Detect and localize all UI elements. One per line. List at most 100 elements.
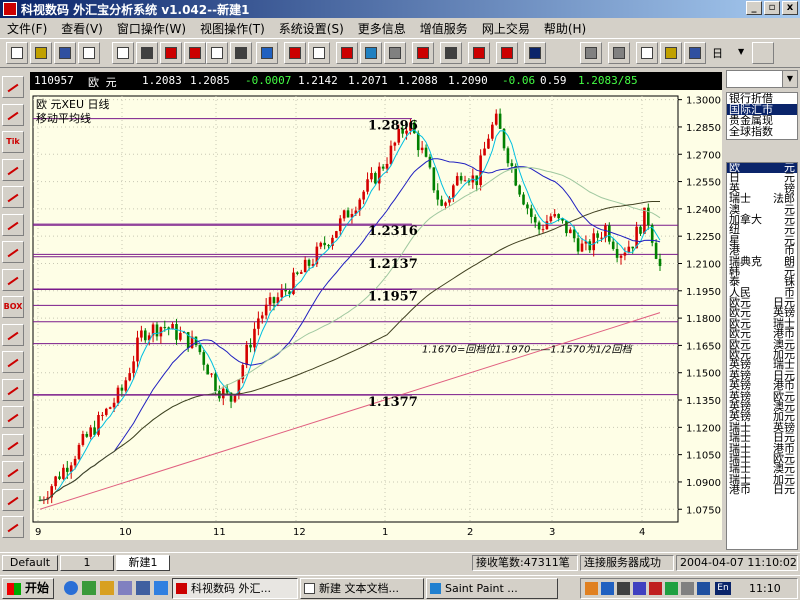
security-suffix: 日元 [773, 483, 795, 497]
notes-icon[interactable] [206, 42, 228, 64]
menu-value-added[interactable]: 增值服务 [413, 20, 475, 37]
window-icon[interactable] [160, 42, 182, 64]
media-icon[interactable] [118, 581, 132, 595]
refresh-icon[interactable] [360, 42, 382, 64]
trend-tool-icon[interactable] [2, 158, 24, 181]
chevron-down-icon[interactable]: ▼ [782, 71, 797, 87]
red-icon[interactable] [412, 42, 434, 64]
tab-1[interactable]: 1 [60, 555, 114, 571]
paste-icon[interactable] [112, 42, 134, 64]
print-icon[interactable] [136, 42, 158, 64]
tray-icon[interactable] [617, 582, 630, 595]
arrow-tool-icon[interactable] [2, 213, 24, 236]
chart-type-icon[interactable] [440, 42, 462, 64]
box-tool[interactable]: BOX [2, 296, 24, 318]
menu-file[interactable]: 文件(F) [0, 20, 54, 37]
tab-default[interactable]: Default [2, 555, 58, 571]
glyph [289, 47, 301, 59]
arrow-icon[interactable] [284, 42, 306, 64]
wave-icon[interactable] [2, 516, 24, 538]
price-chart[interactable]: 1.3000 1.2850 1.2700 1.2550 1.2400 1.2250 1.21… [30, 90, 722, 540]
table-icon[interactable] [384, 42, 406, 64]
menu-help[interactable]: 帮助(H) [537, 20, 593, 37]
save-icon[interactable] [54, 42, 76, 64]
menu-view[interactable]: 查看(V) [54, 20, 110, 37]
list-view-icon[interactable] [752, 42, 774, 64]
x-tick-label: 4 [639, 527, 645, 538]
line-tool-icon[interactable] [2, 76, 24, 98]
tray-icon[interactable] [633, 582, 646, 595]
menu-window[interactable]: 窗口操作(W) [110, 20, 193, 37]
new-icon[interactable] [6, 42, 28, 64]
scroll-icon[interactable] [660, 42, 682, 64]
market-select[interactable]: ▼ [726, 70, 798, 88]
category-list[interactable]: 银行折借 国际汇市 贵金属现 全球指数 [726, 92, 798, 140]
menu-online-trade[interactable]: 网上交易 [475, 20, 537, 37]
desktop-icon[interactable] [82, 581, 96, 595]
candle-body [54, 476, 57, 487]
tray-icon[interactable] [649, 582, 662, 595]
grid-icon[interactable] [308, 42, 330, 64]
folder-icon[interactable] [100, 581, 114, 595]
chevron-down-icon[interactable]: ▼ [738, 47, 744, 56]
chart-svg[interactable]: 1.3000 1.2850 1.2700 1.2550 1.2400 1.2250 1.21… [30, 90, 722, 540]
category-item[interactable]: 贵金属现 [727, 115, 797, 126]
candle-body [319, 242, 323, 247]
delete-tool-icon[interactable] [2, 323, 24, 346]
chart-icon[interactable] [2, 378, 24, 401]
chart2-icon[interactable] [2, 406, 24, 428]
tab-new1[interactable]: 新建1 [116, 555, 170, 571]
fan-tool-icon[interactable] [2, 103, 24, 126]
category-item[interactable]: 国际汇市 [727, 104, 797, 115]
menu-settings[interactable]: 系统设置(S) [272, 20, 351, 37]
eraser-tool-icon[interactable] [2, 351, 24, 373]
tray-icon[interactable] [585, 582, 598, 595]
task-forex-app[interactable]: 科视数码 外汇... [172, 578, 298, 599]
tray-icon[interactable] [665, 582, 678, 595]
category-item[interactable]: 银行折借 [727, 93, 797, 104]
calc-icon[interactable] [230, 42, 252, 64]
minimize-button[interactable]: _ [746, 1, 762, 15]
notepad-icon [304, 583, 315, 594]
tray-icon[interactable] [697, 582, 710, 595]
menu-chart-view[interactable]: 视图操作(T) [193, 20, 272, 37]
zigzag-icon[interactable] [2, 488, 24, 511]
tray-icon[interactable] [601, 582, 614, 595]
glyph [501, 47, 513, 59]
close-window-icon[interactable] [184, 42, 206, 64]
language-indicator[interactable]: En [715, 582, 731, 595]
x-tick-label: 12 [293, 527, 306, 538]
alert-icon[interactable] [496, 42, 518, 64]
down-icon[interactable] [468, 42, 490, 64]
quicklaunch-icon[interactable] [154, 581, 168, 595]
category-item[interactable]: 全球指数 [727, 126, 797, 137]
close-button[interactable]: x [782, 1, 798, 15]
parallel-tool-icon[interactable] [2, 241, 24, 263]
menu-more-info[interactable]: 更多信息 [351, 20, 413, 37]
scroll-icon[interactable] [636, 42, 658, 64]
security-list[interactable]: 欧元日元英镑瑞士 法郎澳元加拿大元纽元星元港币瑞典克朗韩元泰铢人民币欧元 日元 欧元英… [726, 162, 798, 550]
fib-level-label: 1.2316 [368, 224, 418, 239]
maximize-button[interactable]: ▫ [764, 1, 780, 15]
speaker-icon[interactable] [681, 582, 694, 595]
tick-tool[interactable]: Tik [2, 131, 24, 153]
zoom-out-icon[interactable] [608, 42, 630, 64]
layout-icon[interactable] [524, 42, 546, 64]
quicklaunch-icon[interactable] [136, 581, 150, 595]
copy-icon[interactable] [78, 42, 100, 64]
task-notepad[interactable]: 新建 文本文档... [300, 578, 424, 599]
security-item[interactable]: 港币 日元 [727, 483, 797, 497]
task-saint-paint[interactable]: Saint Paint ... [426, 578, 558, 599]
ie-icon[interactable] [64, 581, 78, 595]
list-icon[interactable] [684, 42, 706, 64]
circle-icon[interactable] [2, 433, 24, 456]
open-icon[interactable] [30, 42, 52, 64]
start-button[interactable]: 开始 [2, 578, 54, 599]
chart-icon[interactable] [256, 42, 278, 64]
zoom-in-icon[interactable] [580, 42, 602, 64]
minus-icon[interactable] [2, 461, 24, 483]
connection-status: 连接服务器成功 [580, 555, 674, 571]
fib-tool-icon[interactable] [2, 268, 24, 291]
channel-tool-icon[interactable] [2, 186, 24, 208]
clock-icon[interactable] [336, 42, 358, 64]
